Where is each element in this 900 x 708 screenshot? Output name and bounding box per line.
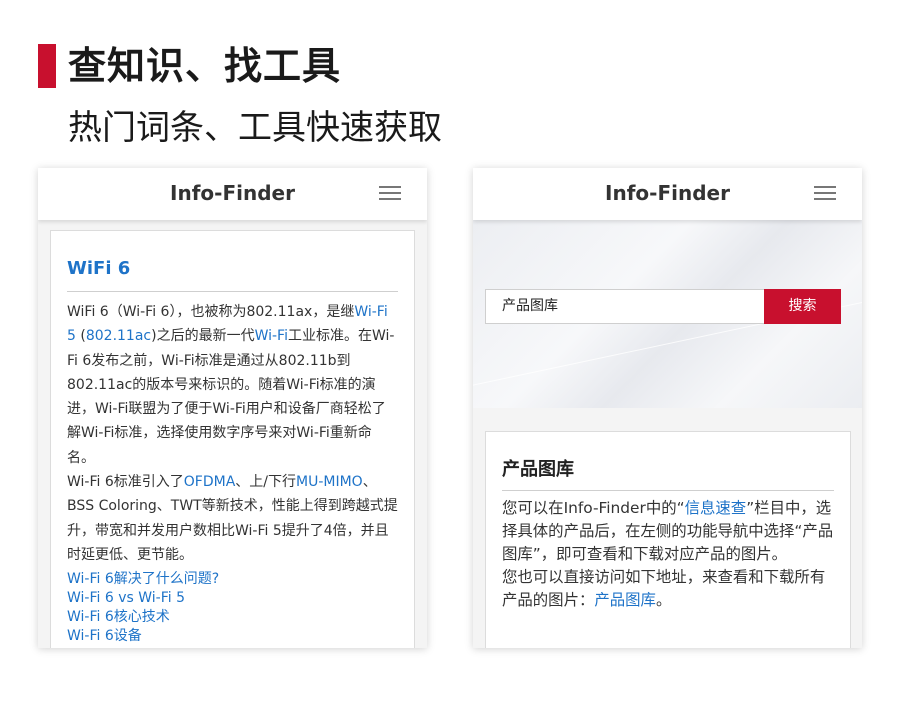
hamburger-menu-icon[interactable]	[814, 186, 836, 200]
related-links: Wi-Fi 6解决了什么问题? Wi-Fi 6 vs Wi-Fi 5 Wi-Fi…	[67, 570, 398, 646]
link-wifi[interactable]: Wi-Fi	[255, 328, 288, 344]
article-paragraph-1: WiFi 6（Wi-Fi 6），也被称为802.11ax，是继Wi-Fi 5 (…	[67, 304, 395, 466]
related-link[interactable]: Wi-Fi 6 vs Wi-Fi 5	[67, 589, 398, 608]
right-phone-screen: Info-Finder 产品图库 搜索 产品图库 您可以在Info-Finder…	[473, 168, 862, 648]
article-card: WiFi 6 WiFi 6（Wi-Fi 6），也被称为802.11ax，是继Wi…	[50, 230, 415, 648]
search-button[interactable]: 搜索	[764, 289, 841, 324]
related-link[interactable]: Wi-Fi 6解决了什么问题?	[67, 570, 398, 589]
result-title: 产品图库	[502, 458, 834, 491]
left-phone-screen: Info-Finder WiFi 6 WiFi 6（Wi-Fi 6），也被称为8…	[38, 168, 427, 648]
heading-accent-bar	[38, 44, 56, 88]
app-header: Info-Finder	[473, 168, 862, 220]
link-ofdma[interactable]: OFDMA	[184, 474, 236, 490]
result-paragraph-1: 您可以在Info-Finder中的“信息速查”栏目中，选择具体的产品后，在左侧的…	[502, 499, 834, 563]
related-link[interactable]: Wi-Fi 6设备	[67, 627, 398, 646]
link-product-gallery[interactable]: 产品图库	[594, 591, 656, 609]
article-paragraph-2: Wi-Fi 6标准引入了OFDMA、上/下行MU-MIMO、BSS Colori…	[67, 474, 398, 563]
link-info-lookup[interactable]: 信息速查	[685, 499, 747, 517]
search-input[interactable]: 产品图库	[485, 289, 764, 324]
article-title: WiFi 6	[67, 257, 398, 292]
result-paragraph-2: 您也可以直接访问如下地址，来查看和下载所有产品的图片：产品图库。	[502, 568, 826, 609]
result-card: 产品图库 您可以在Info-Finder中的“信息速查”栏目中，选择具体的产品后…	[485, 431, 851, 648]
related-link[interactable]: Wi-Fi 6核心技术	[67, 608, 398, 627]
page-title: 查知识、找工具	[68, 44, 342, 88]
app-header: Info-Finder	[38, 168, 427, 220]
hamburger-menu-icon[interactable]	[379, 186, 401, 200]
link-mu-mimo[interactable]: MU-MIMO	[296, 474, 363, 490]
page-subtitle: 热门词条、工具快速获取	[68, 108, 442, 148]
app-title: Info-Finder	[170, 181, 295, 205]
link-80211ac[interactable]: 802.11ac	[86, 328, 151, 344]
app-title: Info-Finder	[605, 181, 730, 205]
